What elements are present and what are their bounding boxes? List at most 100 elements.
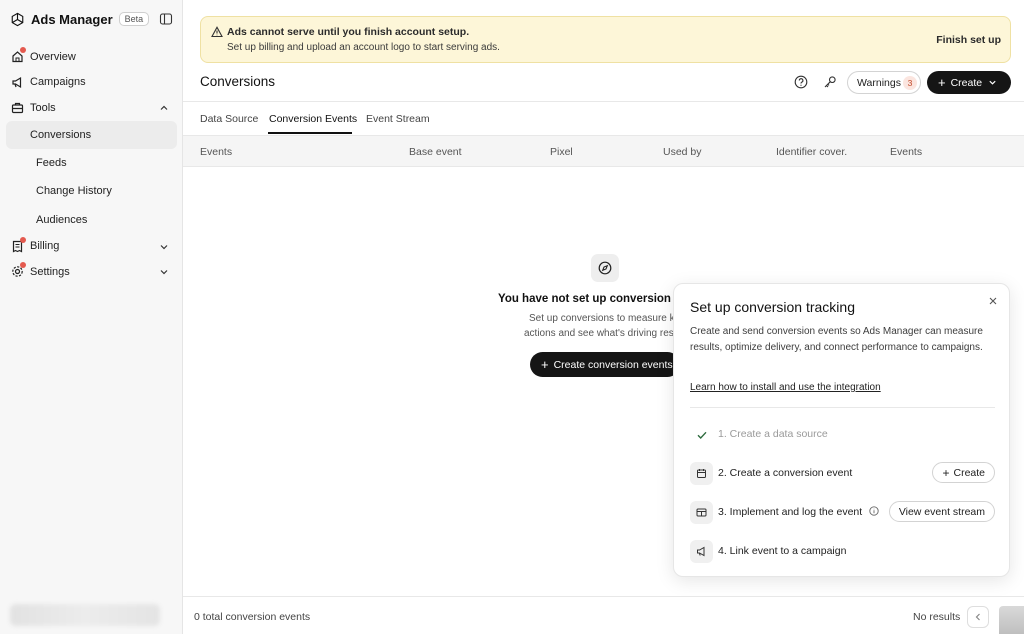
key-icon[interactable] (823, 75, 837, 89)
finish-setup-link[interactable]: Finish set up (936, 34, 1001, 46)
create-button[interactable]: + Create (927, 71, 1011, 94)
empty-state-title: You have not set up conversion ev (498, 293, 687, 305)
plus-icon: + (942, 465, 950, 480)
setup-step-3: 3. Implement and log the event View even… (690, 500, 995, 524)
step-status (690, 540, 713, 563)
step-label: 3. Implement and log the event (718, 506, 879, 518)
beta-badge: Beta (118, 12, 150, 26)
setup-step-4: 4. Link event to a campaign (690, 539, 995, 563)
check-icon (697, 431, 707, 439)
chevron-up-icon (160, 105, 168, 110)
popover-title: Set up conversion tracking (690, 299, 855, 315)
table-header: Events Base event Pixel Used by Identifi… (183, 135, 1024, 167)
previous-page-button[interactable] (967, 606, 989, 628)
popover-description: Create and send conversion events so Ads… (690, 326, 983, 353)
total-count-text: 0 total conversion events (194, 611, 311, 623)
setup-step-1: 1. Create a data source (690, 422, 995, 446)
tab-conversion-events[interactable]: Conversion Events (269, 113, 357, 125)
sidebar-item-label: Conversions (30, 128, 92, 141)
sidebar-item-feeds[interactable]: Feeds (6, 149, 177, 177)
sidebar-item-change-history[interactable]: Change History (6, 177, 177, 205)
sidebar-item-tools[interactable]: Tools (0, 95, 183, 121)
empty-state-description: Set up conversions to measure k (529, 313, 675, 324)
integration-docs-link[interactable]: Learn how to install and use the integra… (690, 382, 881, 393)
sidebar-item-campaigns[interactable]: Campaigns (0, 70, 183, 96)
code-icon (696, 508, 707, 517)
divider (690, 407, 995, 408)
warnings-label: Warnings (857, 76, 901, 89)
create-conversion-events-button[interactable]: + Create conversion events (530, 352, 680, 377)
step-label: 4. Link event to a campaign (718, 545, 847, 557)
column-header-used-by[interactable]: Used by (663, 146, 702, 158)
create-label: Create (950, 76, 983, 89)
column-header-events[interactable]: Events (200, 146, 232, 158)
sidebar-item-billing[interactable]: Billing (0, 234, 183, 260)
toolbox-icon (11, 102, 24, 114)
sidebar-item-label: Overview (30, 50, 76, 63)
chevron-down-icon (160, 244, 168, 250)
compass-icon (598, 261, 612, 275)
account-switcher-blurred[interactable] (10, 604, 160, 626)
button-label: Create (953, 466, 985, 479)
setup-tracking-popover: Set up conversion tracking Create and se… (673, 283, 1010, 577)
setup-step-2: 2. Create a conversion event + Create (690, 461, 995, 485)
sidebar-toggle-icon[interactable] (159, 12, 173, 26)
empty-state-description: actions and see what's driving res (524, 328, 674, 339)
setup-warning-banner: Ads cannot serve until you finish accoun… (200, 16, 1011, 63)
sidebar-item-overview[interactable]: Overview (0, 44, 183, 70)
create-event-button[interactable]: + Create (932, 462, 995, 483)
plus-icon: + (938, 75, 946, 90)
sidebar-item-label: Feeds (36, 156, 67, 169)
info-icon[interactable] (869, 506, 879, 516)
megaphone-icon (697, 546, 705, 557)
sidebar-item-label: Settings (30, 265, 70, 278)
column-header-base-event[interactable]: Base event (409, 146, 462, 158)
empty-state-icon (591, 254, 619, 282)
step-label: 1. Create a data source (718, 428, 828, 440)
app-name: Ads Manager (31, 11, 113, 27)
tab-data-source[interactable]: Data Source (200, 113, 258, 125)
notification-dot (20, 262, 26, 269)
sidebar-item-settings[interactable]: Settings (0, 259, 183, 285)
megaphone-icon (12, 76, 22, 88)
chevron-down-icon (989, 80, 996, 85)
page-title: Conversions (200, 74, 276, 89)
divider (183, 101, 1024, 102)
button-label: Create conversion events (553, 358, 673, 371)
next-page-button[interactable] (999, 606, 1024, 634)
step-status (690, 462, 713, 485)
results-text: No results (913, 611, 961, 623)
sidebar-item-conversions[interactable]: Conversions (6, 120, 177, 149)
step-label: 2. Create a conversion event (718, 467, 853, 479)
help-icon[interactable] (794, 75, 808, 89)
column-header-events-count[interactable]: Events (890, 146, 922, 158)
chevron-left-icon (975, 613, 980, 621)
warnings-button[interactable]: Warnings 3 (847, 71, 921, 94)
banner-text: Set up billing and upload an account log… (227, 42, 500, 53)
sidebar-item-label: Billing (30, 240, 60, 253)
step-label-text: 3. Implement and log the event (718, 506, 863, 518)
sidebar-item-label: Tools (30, 101, 56, 114)
warnings-count-badge: 3 (903, 76, 917, 90)
sidebar-item-audiences[interactable]: Audiences (6, 205, 177, 233)
notification-dot (20, 236, 26, 243)
notification-dot (20, 47, 26, 53)
warning-icon (211, 26, 223, 38)
column-header-pixel[interactable]: Pixel (550, 146, 573, 158)
sidebar: Ads Manager Beta Overview Campaigns Tool… (0, 0, 183, 634)
sidebar-nav: Overview Campaigns Tools Conversions Fee… (0, 44, 183, 285)
view-event-stream-button[interactable]: View event stream (888, 501, 995, 522)
sidebar-item-label: Campaigns (30, 76, 86, 89)
column-header-identifier-coverage[interactable]: Identifier cover. (776, 146, 847, 158)
sidebar-item-label: Audiences (36, 213, 88, 226)
step-status (690, 423, 713, 446)
sidebar-item-label: Change History (36, 185, 112, 198)
close-icon[interactable] (988, 296, 998, 306)
step-status (690, 501, 713, 524)
calendar-icon (697, 469, 706, 478)
chevron-down-icon (160, 270, 168, 275)
plus-icon: + (541, 357, 549, 372)
tab-event-stream[interactable]: Event Stream (366, 113, 430, 125)
openai-logo-icon (11, 12, 24, 26)
brand[interactable]: Ads Manager Beta (10, 10, 150, 28)
